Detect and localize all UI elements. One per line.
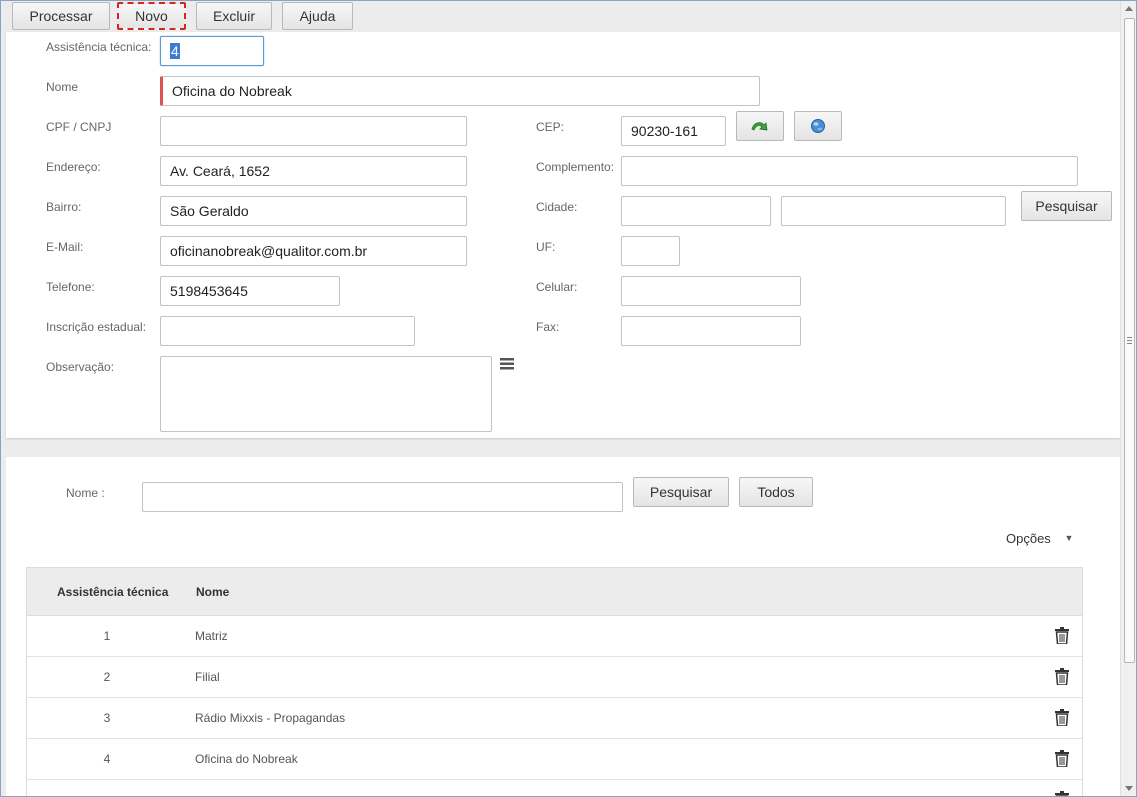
trash-icon[interactable] [1055, 791, 1069, 797]
results-grid: Assistência técnica Nome 1 Matriz 2 Fili… [26, 567, 1083, 797]
grid-header: Assistência técnica Nome [27, 568, 1082, 616]
row-nome: Filial [195, 670, 220, 684]
vertical-scrollbar[interactable] [1120, 0, 1137, 797]
search-todos-button[interactable]: Todos [739, 477, 813, 507]
row-nome: Matriz [195, 629, 228, 643]
excluir-button[interactable]: Excluir [196, 2, 272, 30]
table-row[interactable]: 1 Matriz [27, 616, 1082, 657]
table-row[interactable]: 2 Filial [27, 657, 1082, 698]
cidade-code-input[interactable] [621, 196, 771, 226]
table-row-partial[interactable] [27, 780, 1082, 797]
nome-input[interactable]: Oficina do Nobreak [160, 76, 760, 106]
uf-label: UF: [536, 240, 556, 254]
row-nome: Oficina do Nobreak [195, 752, 298, 766]
list-panel: Nome : Pesquisar Todos Opções ▼ Assistên… [6, 457, 1120, 797]
cidade-name-input[interactable] [781, 196, 1006, 226]
ajuda-button[interactable]: Ajuda [282, 2, 353, 30]
globe-icon [811, 119, 825, 133]
caret-down-icon: ▼ [1064, 533, 1074, 543]
opcoes-dropdown[interactable]: Opções ▼ [1006, 531, 1073, 546]
trash-icon[interactable] [1055, 668, 1069, 685]
telefone-label: Telefone: [46, 280, 95, 294]
cep-globe-button[interactable] [794, 111, 842, 141]
scrollbar-thumb[interactable] [1124, 18, 1135, 663]
column-header-nome[interactable]: Nome [196, 585, 229, 599]
menu-icon[interactable] [500, 358, 514, 370]
opcoes-label: Opções [1006, 531, 1051, 546]
form-panel: Assistência técnica: 4 Nome Oficina do N… [6, 32, 1120, 438]
row-id: 3 [103, 711, 111, 725]
processar-button[interactable]: Processar [12, 2, 110, 30]
uf-input[interactable] [621, 236, 680, 266]
endereco-label: Endereço: [46, 160, 101, 174]
cidade-pesquisar-button[interactable]: Pesquisar [1021, 191, 1112, 221]
observacao-label: Observação: [46, 360, 115, 374]
complemento-input[interactable] [621, 156, 1078, 186]
cep-input[interactable]: 90230-161 [621, 116, 726, 146]
complemento-label: Complemento: [536, 160, 615, 174]
assistencia-input[interactable]: 4 [160, 36, 264, 66]
row-nome: Rádio Mixxis - Propagandas [195, 711, 346, 725]
trash-icon[interactable] [1055, 750, 1069, 767]
assistencia-label: Assistência técnica: [46, 40, 152, 54]
toolbar: Processar Novo Excluir Ajuda [0, 0, 1120, 32]
email-label: E-Mail: [46, 240, 84, 254]
endereco-input[interactable]: Av. Ceará, 1652 [160, 156, 467, 186]
trash-icon[interactable] [1055, 709, 1069, 726]
search-nome-label: Nome : [66, 486, 105, 500]
email-input[interactable]: oficinanobreak@qualitor.com.br [160, 236, 467, 266]
green-arrow-icon [751, 122, 768, 131]
cpf-input[interactable] [160, 116, 467, 146]
scroll-down-icon[interactable] [1125, 786, 1133, 791]
novo-button[interactable]: Novo [117, 2, 186, 30]
cpf-label: CPF / CNPJ [46, 120, 112, 134]
scroll-up-icon[interactable] [1125, 6, 1133, 11]
assistencia-value: 4 [170, 43, 180, 59]
column-header-assistencia[interactable]: Assistência técnica [57, 585, 168, 599]
search-pesquisar-button[interactable]: Pesquisar [633, 477, 729, 507]
inscricao-label: Inscrição estadual: [46, 320, 147, 334]
row-id: 1 [103, 629, 111, 643]
fax-label: Fax: [536, 320, 560, 334]
bairro-input[interactable]: São Geraldo [160, 196, 467, 226]
table-row[interactable]: 4 Oficina do Nobreak [27, 739, 1082, 780]
row-id: 2 [103, 670, 111, 684]
cep-label: CEP: [536, 120, 565, 134]
search-nome-input[interactable] [142, 482, 623, 512]
observacao-textarea[interactable] [160, 356, 492, 432]
grip-icon [1127, 337, 1132, 344]
celular-input[interactable] [621, 276, 801, 306]
cep-search-button[interactable] [736, 111, 784, 141]
celular-label: Celular: [536, 280, 578, 294]
fax-input[interactable] [621, 316, 801, 346]
table-row[interactable]: 3 Rádio Mixxis - Propagandas [27, 698, 1082, 739]
cidade-label: Cidade: [536, 200, 578, 214]
row-id: 4 [103, 752, 111, 766]
inscricao-input[interactable] [160, 316, 415, 346]
telefone-input[interactable]: 5198453645 [160, 276, 340, 306]
bairro-label: Bairro: [46, 200, 82, 214]
nome-label: Nome [46, 80, 79, 94]
trash-icon[interactable] [1055, 627, 1069, 644]
